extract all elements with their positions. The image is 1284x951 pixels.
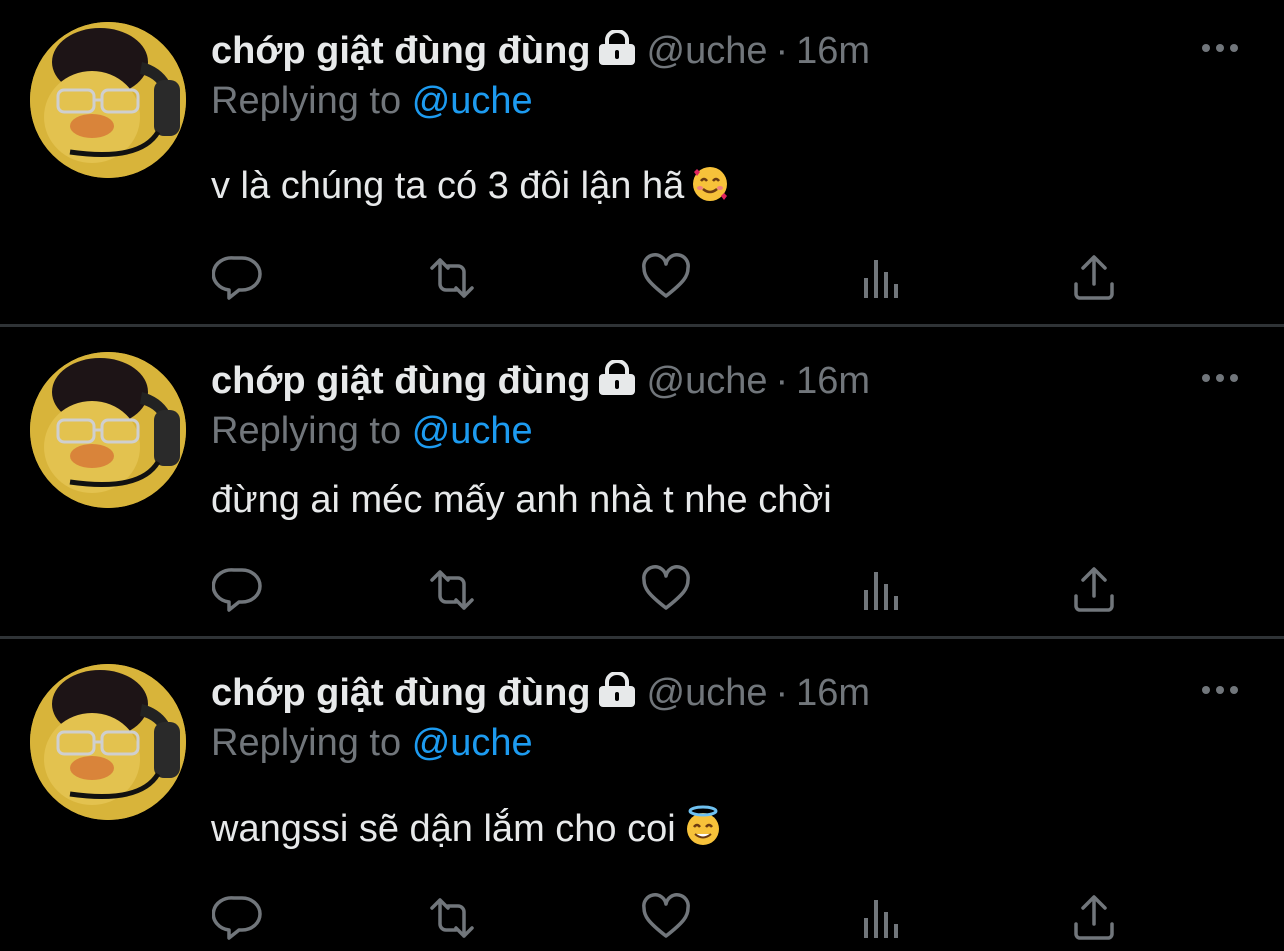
tweet-text: v là chúng ta có 3 đôi lận hã xyxy=(211,164,730,214)
mention-link[interactable]: @uche xyxy=(412,80,533,122)
tweet-text: wangssi sẽ dận lắm cho coi xyxy=(211,805,724,857)
reply-icon[interactable] xyxy=(212,252,264,304)
more-icon[interactable] xyxy=(1200,370,1240,386)
separator-dot: · xyxy=(775,672,789,714)
reply-icon[interactable] xyxy=(212,892,264,944)
tweet[interactable]: chớp giật đùng đùng @uche · 16m Replying to… xyxy=(0,0,1284,312)
timestamp[interactable]: 16m xyxy=(796,672,870,714)
tweet-text-content: đừng ai méc mấy anh nhà t nhe chời xyxy=(211,479,832,521)
tweet-header: chớp giật đùng đùng @uche · 16m xyxy=(211,29,870,78)
lock-icon xyxy=(597,29,637,71)
replying-prefix: Replying to xyxy=(211,410,402,452)
retweet-icon[interactable] xyxy=(426,892,478,944)
views-icon[interactable] xyxy=(854,564,906,616)
like-icon[interactable] xyxy=(640,892,692,944)
tweet-header: chớp giật đùng đùng @uche · 16m xyxy=(211,359,870,408)
timestamp[interactable]: 16m xyxy=(796,360,870,402)
timestamp[interactable]: 16m xyxy=(796,30,870,72)
share-icon[interactable] xyxy=(1068,252,1120,304)
avatar[interactable] xyxy=(30,664,186,820)
replying-to: Replying to @uche xyxy=(211,722,533,765)
tweet-header: chớp giật đùng đùng @uche · 16m xyxy=(211,671,870,720)
user-handle[interactable]: @uche xyxy=(647,672,768,714)
smiling-face-with-hearts-emoji xyxy=(690,164,730,214)
tweet-actions xyxy=(0,252,1284,304)
user-handle[interactable]: @uche xyxy=(647,30,768,72)
mention-link[interactable]: @uche xyxy=(412,722,533,764)
tweet-actions xyxy=(0,564,1284,616)
views-icon[interactable] xyxy=(854,892,906,944)
more-icon[interactable] xyxy=(1200,682,1240,698)
user-handle[interactable]: @uche xyxy=(647,360,768,402)
reply-icon[interactable] xyxy=(212,564,264,616)
retweet-icon[interactable] xyxy=(426,564,478,616)
tweet-actions xyxy=(0,892,1284,944)
replying-to: Replying to @uche xyxy=(211,80,533,123)
tweet[interactable]: chớp giật đùng đùng @uche · 16m Replying to… xyxy=(0,327,1284,639)
retweet-icon[interactable] xyxy=(426,252,478,304)
more-icon[interactable] xyxy=(1200,40,1240,56)
share-icon[interactable] xyxy=(1068,892,1120,944)
smiling-face-with-halo-emoji xyxy=(682,805,724,857)
tweet-text-content: v là chúng ta có 3 đôi lận hã xyxy=(211,165,685,207)
display-name[interactable]: chớp giật đùng đùng xyxy=(211,672,591,714)
avatar[interactable] xyxy=(30,352,186,508)
tweet-text-content: wangssi sẽ dận lắm cho coi xyxy=(211,808,676,850)
like-icon[interactable] xyxy=(640,564,692,616)
like-icon[interactable] xyxy=(640,252,692,304)
display-name[interactable]: chớp giật đùng đùng xyxy=(211,30,591,72)
share-icon[interactable] xyxy=(1068,564,1120,616)
lock-icon xyxy=(597,359,637,401)
tweet-feed: chớp giật đùng đùng @uche · 16m Replying to… xyxy=(0,0,1284,947)
tweet[interactable]: chớp giật đùng đùng @uche · 16m Replying to… xyxy=(0,639,1284,951)
separator-dot: · xyxy=(775,30,789,72)
separator-dot: · xyxy=(775,360,789,402)
replying-prefix: Replying to xyxy=(211,80,402,122)
replying-to: Replying to @uche xyxy=(211,410,533,453)
avatar[interactable] xyxy=(30,22,186,178)
tweet-text: đừng ai méc mấy anh nhà t nhe chời xyxy=(211,479,832,522)
mention-link[interactable]: @uche xyxy=(412,410,533,452)
views-icon[interactable] xyxy=(854,252,906,304)
lock-icon xyxy=(597,671,637,713)
replying-prefix: Replying to xyxy=(211,722,402,764)
display-name[interactable]: chớp giật đùng đùng xyxy=(211,360,591,402)
